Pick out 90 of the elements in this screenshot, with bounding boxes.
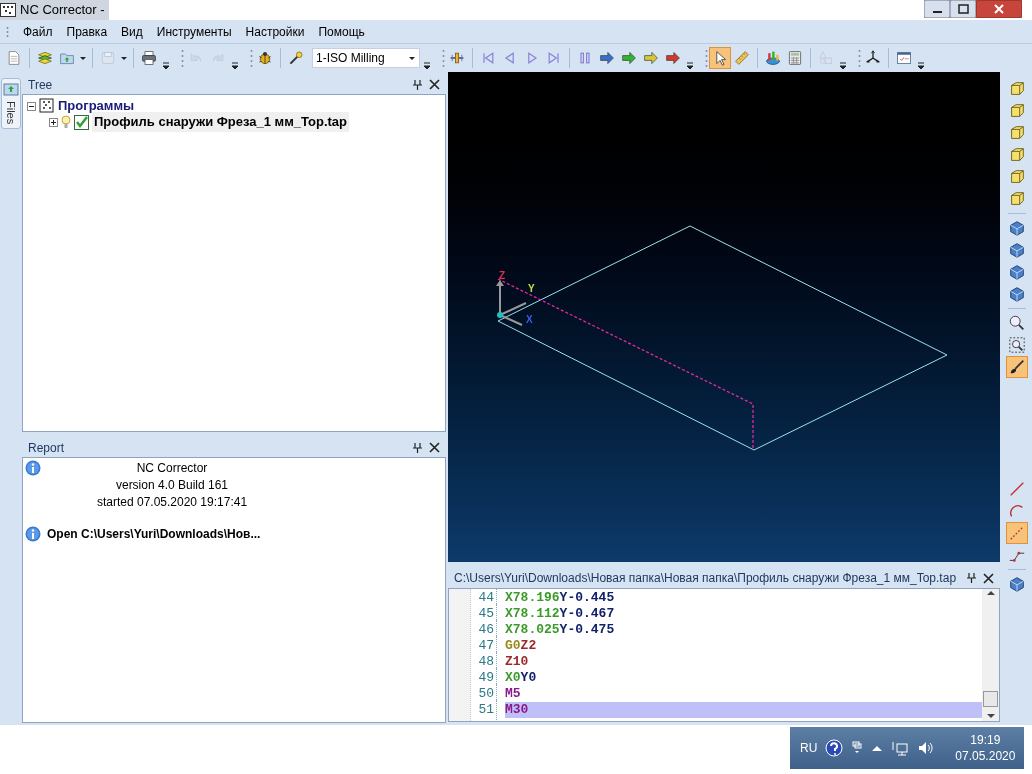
line-number: 50 — [471, 684, 497, 704]
machine-dropdown[interactable]: 1-ISO Milling — [312, 48, 420, 68]
zoom-window-icon[interactable] — [1007, 335, 1027, 355]
language-indicator[interactable]: RU — [800, 739, 818, 757]
line-number: 48 — [471, 652, 497, 672]
solid-block-icon[interactable] — [1007, 240, 1027, 260]
viewport-3d[interactable]: Z Y X — [448, 72, 1000, 562]
files-side-tab[interactable]: Files — [0, 78, 22, 130]
code-line[interactable]: M5 — [505, 686, 982, 702]
grip-icon — [6, 25, 9, 38]
show-hidden-icon[interactable] — [871, 744, 884, 752]
grip-icon — [250, 48, 253, 68]
pointer-icon[interactable] — [710, 48, 730, 68]
tree-item[interactable]: Профиль снаружи Фреза_1 мм_Top.tap — [92, 112, 350, 132]
close-icon[interactable] — [429, 442, 440, 453]
checkbox[interactable] — [74, 114, 89, 130]
expand-icon[interactable] — [49, 117, 58, 127]
solid-block-icon[interactable] — [1007, 574, 1027, 594]
windows-icon[interactable] — [851, 741, 864, 755]
overflow-icon[interactable] — [685, 59, 695, 71]
report-text: Open C:\Users\Yuri\Downloads\Нов... — [47, 526, 261, 543]
axis-label: Y — [528, 284, 535, 294]
zoom-icon[interactable] — [1007, 313, 1027, 333]
minimize-button[interactable] — [924, 0, 950, 18]
lightbulb-icon — [61, 115, 71, 129]
panel-title: Report — [28, 439, 65, 457]
program-folder-icon — [39, 98, 55, 114]
code-line[interactable]: X0Y0 — [505, 670, 982, 686]
report-text: NC Corrector — [136, 460, 208, 477]
menu-item[interactable]: Инструменты — [156, 22, 232, 41]
menu-item[interactable]: Вид — [121, 22, 143, 41]
overflow-icon[interactable] — [838, 59, 848, 71]
volume-icon[interactable] — [917, 740, 934, 756]
pin-icon[interactable] — [412, 441, 423, 454]
network-icon[interactable] — [891, 740, 910, 756]
code-line[interactable]: X78.112Y-0.467 — [505, 606, 982, 622]
line-number: 45 — [471, 604, 497, 624]
solid-block-icon[interactable] — [1007, 218, 1027, 238]
collapse-icon[interactable] — [27, 101, 36, 111]
axis-label: Z — [499, 271, 506, 281]
line-number: 47 — [471, 636, 497, 656]
axis-triad-drawing — [496, 280, 527, 326]
axis-label: X — [526, 315, 533, 325]
close-icon[interactable] — [429, 79, 440, 90]
info-icon — [25, 526, 41, 542]
overflow-icon[interactable] — [422, 59, 432, 71]
clock-time[interactable]: 19:19 — [970, 732, 1001, 748]
help-icon[interactable] — [825, 739, 844, 757]
pin-icon[interactable] — [412, 78, 423, 91]
overflow-icon[interactable] — [916, 59, 926, 71]
pin-icon[interactable] — [966, 572, 977, 584]
scrollbar-thumb[interactable] — [983, 691, 998, 707]
line-number: 44 — [471, 589, 497, 608]
line-number: 51 — [471, 700, 497, 720]
info-icon — [25, 460, 41, 476]
code-line[interactable]: Z10 — [505, 654, 982, 670]
caret-icon[interactable] — [79, 54, 87, 62]
close-icon[interactable] — [983, 572, 994, 584]
clock-date[interactable]: 07.05.2020 — [955, 748, 1016, 764]
overflow-icon[interactable] — [230, 59, 240, 71]
solid-block-icon[interactable] — [1007, 262, 1027, 282]
print-icon[interactable] — [139, 48, 159, 68]
grip-icon — [858, 48, 861, 68]
code-line[interactable]: G0Z2 — [505, 638, 982, 654]
menu-item[interactable]: Помощь — [318, 22, 365, 41]
line-number: 46 — [471, 620, 497, 640]
report-text: started 07.05.2020 19:17:41 — [96, 494, 248, 511]
brush-icon[interactable] — [1007, 357, 1027, 377]
grip-icon — [181, 48, 184, 68]
app-icon — [0, 3, 16, 17]
code-line[interactable]: X78.196Y-0.445 — [505, 590, 982, 606]
restore-button[interactable] — [950, 0, 976, 18]
overflow-icon[interactable] — [161, 59, 171, 71]
code-line[interactable]: X78.025Y-0.475 — [505, 622, 982, 638]
caret-icon[interactable] — [120, 54, 128, 62]
menu-item[interactable]: Настройки — [245, 22, 305, 41]
scrollbar[interactable] — [982, 589, 999, 721]
file-path-title: C:\Users\Yuri\Downloads\Новая папка\Новая папка\Профиль снаружи Фреза_1 мм_Top.tap — [454, 570, 957, 587]
caret-icon — [408, 54, 416, 62]
grip-icon — [705, 48, 708, 68]
menu-item[interactable]: Правка — [66, 22, 108, 41]
grip-icon — [442, 48, 445, 68]
window-title: NC Corrector - — [20, 1, 105, 20]
report-text: version 4.0 Build 161 — [115, 477, 229, 494]
panel-title: Tree — [28, 76, 53, 94]
menu-item[interactable]: Файл — [23, 22, 53, 41]
line-number: 49 — [471, 668, 497, 688]
solid-block-icon[interactable] — [1007, 284, 1027, 304]
folder-icon — [3, 81, 19, 97]
close-button[interactable] — [976, 0, 1022, 18]
